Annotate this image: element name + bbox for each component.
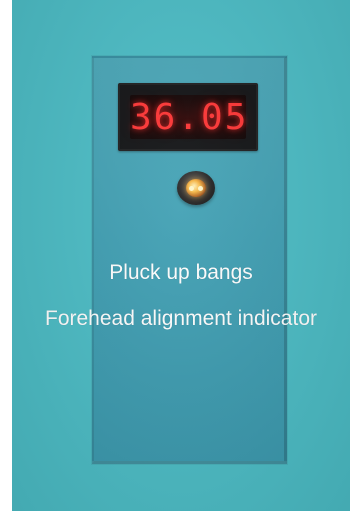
sensor-led-right <box>198 186 203 191</box>
caption-line-1: Pluck up bangs <box>109 261 253 284</box>
device-panel: 36.05 <box>92 56 287 464</box>
caption-line-2: Forehead alignment indicator <box>45 307 317 330</box>
temperature-readout: 36.05 <box>130 97 249 138</box>
device-photo: 36.05 Pluck up bangs Forehead alignment … <box>12 0 350 511</box>
sensor-lens <box>186 179 206 197</box>
led-display: 36.05 <box>130 95 246 139</box>
infrared-sensor-icon <box>177 171 215 205</box>
display-bezel: 36.05 <box>118 83 258 151</box>
sensor-led-left <box>189 186 194 191</box>
